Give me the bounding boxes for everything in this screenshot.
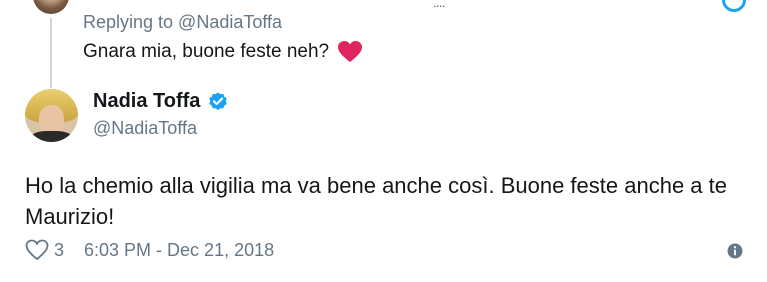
more-options-icon[interactable]: .... — [433, 0, 446, 10]
heart-icon — [337, 40, 363, 64]
like-count[interactable]: 3 — [54, 240, 64, 261]
author-name[interactable]: Nadia Toffa — [93, 90, 200, 113]
tweet-timestamp[interactable]: 6:03 PM - Dec 21, 2018 — [84, 240, 274, 261]
replying-to-label[interactable]: Replying to @NadiaToffa — [83, 12, 282, 33]
tweet-text: Ho la chemio alla vigilia ma va bene anc… — [25, 173, 727, 229]
previous-tweet-action-icon[interactable] — [717, 0, 751, 17]
verified-badge-icon — [207, 91, 229, 113]
like-icon[interactable] — [25, 239, 49, 261]
previous-tweet-body: Gnara mia, buone feste neh? — [83, 41, 330, 62]
avatar-body — [29, 131, 74, 142]
previous-tweet-avatar[interactable] — [33, 0, 69, 14]
info-icon[interactable] — [727, 243, 743, 259]
thread-line — [50, 18, 52, 88]
avatar[interactable] — [25, 89, 78, 142]
author-handle[interactable]: @NadiaToffa — [93, 118, 197, 139]
author-row: Nadia Toffa — [93, 90, 229, 113]
previous-tweet-text: Gnara mia, buone feste neh? — [83, 40, 363, 64]
tweet-footer: 3 6:03 PM - Dec 21, 2018 — [25, 239, 274, 261]
